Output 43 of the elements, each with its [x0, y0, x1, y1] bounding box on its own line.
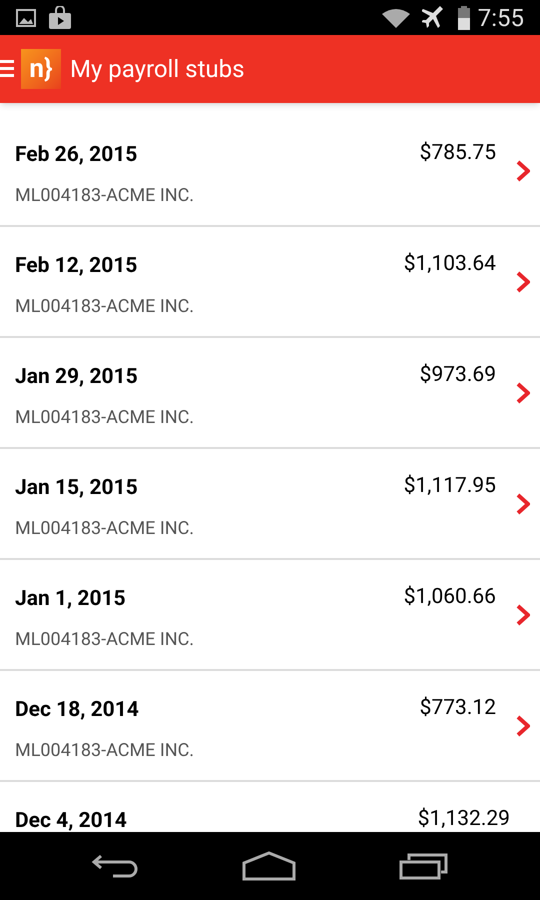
menu-icon[interactable]: [0, 58, 14, 80]
company-name: ML004183-ACME INC.: [15, 406, 196, 430]
image-icon: [16, 8, 36, 26]
pay-date: Feb 26, 2015: [15, 142, 138, 169]
back-icon[interactable]: [91, 852, 140, 880]
recent-apps-icon[interactable]: [398, 852, 449, 880]
chevron-right-icon: [516, 160, 530, 182]
payroll-stub-row[interactable]: Jan 1, 2015 $1,060.66 ML004183-ACME INC.: [0, 560, 540, 671]
payroll-stub-row[interactable]: Jan 29, 2015 $973.69 ML004183-ACME INC.: [0, 338, 540, 449]
chevron-right-icon: [516, 382, 530, 404]
pay-amount: $1,117.95: [404, 473, 496, 500]
shopping-bag-icon: [48, 6, 72, 30]
battery-icon: [458, 6, 470, 30]
pay-amount: $773.12: [420, 695, 496, 722]
wifi-icon: [382, 8, 410, 28]
chevron-right-icon: [516, 270, 530, 292]
chevron-right-icon: [516, 492, 530, 514]
company-name: ML004183-ACME INC.: [15, 184, 196, 208]
pay-date: Dec 4, 2014: [15, 808, 127, 832]
pay-date: Jan 1, 2015: [15, 586, 126, 613]
pay-amount: $1,060.66: [404, 584, 496, 611]
payroll-stub-row[interactable]: Dec 18, 2014 $773.12 ML004183-ACME INC.: [0, 671, 540, 782]
pay-amount: $1,132.29: [418, 806, 510, 832]
payroll-stub-row[interactable]: Feb 12, 2015 $1,103.64 ML004183-ACME INC.: [0, 227, 540, 338]
company-name: ML004183-ACME INC.: [15, 294, 196, 318]
company-name: ML004183-ACME INC.: [15, 516, 196, 540]
payroll-stub-row[interactable]: Feb 26, 2015 $785.75 ML004183-ACME INC.: [0, 116, 540, 227]
chevron-right-icon: [516, 604, 530, 626]
pay-date: Jan 15, 2015: [15, 475, 138, 502]
company-name: ML004183-ACME INC.: [15, 738, 196, 762]
pay-amount: $1,103.64: [404, 251, 496, 278]
pay-date: Dec 18, 2014: [15, 697, 139, 724]
pay-date: Feb 12, 2015: [15, 253, 138, 280]
clock: 7:55: [478, 2, 524, 34]
home-icon[interactable]: [242, 851, 296, 881]
airplane-icon: [422, 6, 446, 30]
pay-amount: $785.75: [420, 140, 496, 167]
pay-date: Jan 29, 2015: [15, 364, 138, 391]
pay-amount: $973.69: [420, 362, 496, 389]
page-title: My payroll stubs: [70, 54, 245, 85]
company-name: ML004183-ACME INC.: [15, 628, 196, 652]
payroll-stub-row[interactable]: Jan 15, 2015 $1,117.95 ML004183-ACME INC.: [0, 449, 540, 560]
chevron-right-icon: [516, 714, 530, 736]
